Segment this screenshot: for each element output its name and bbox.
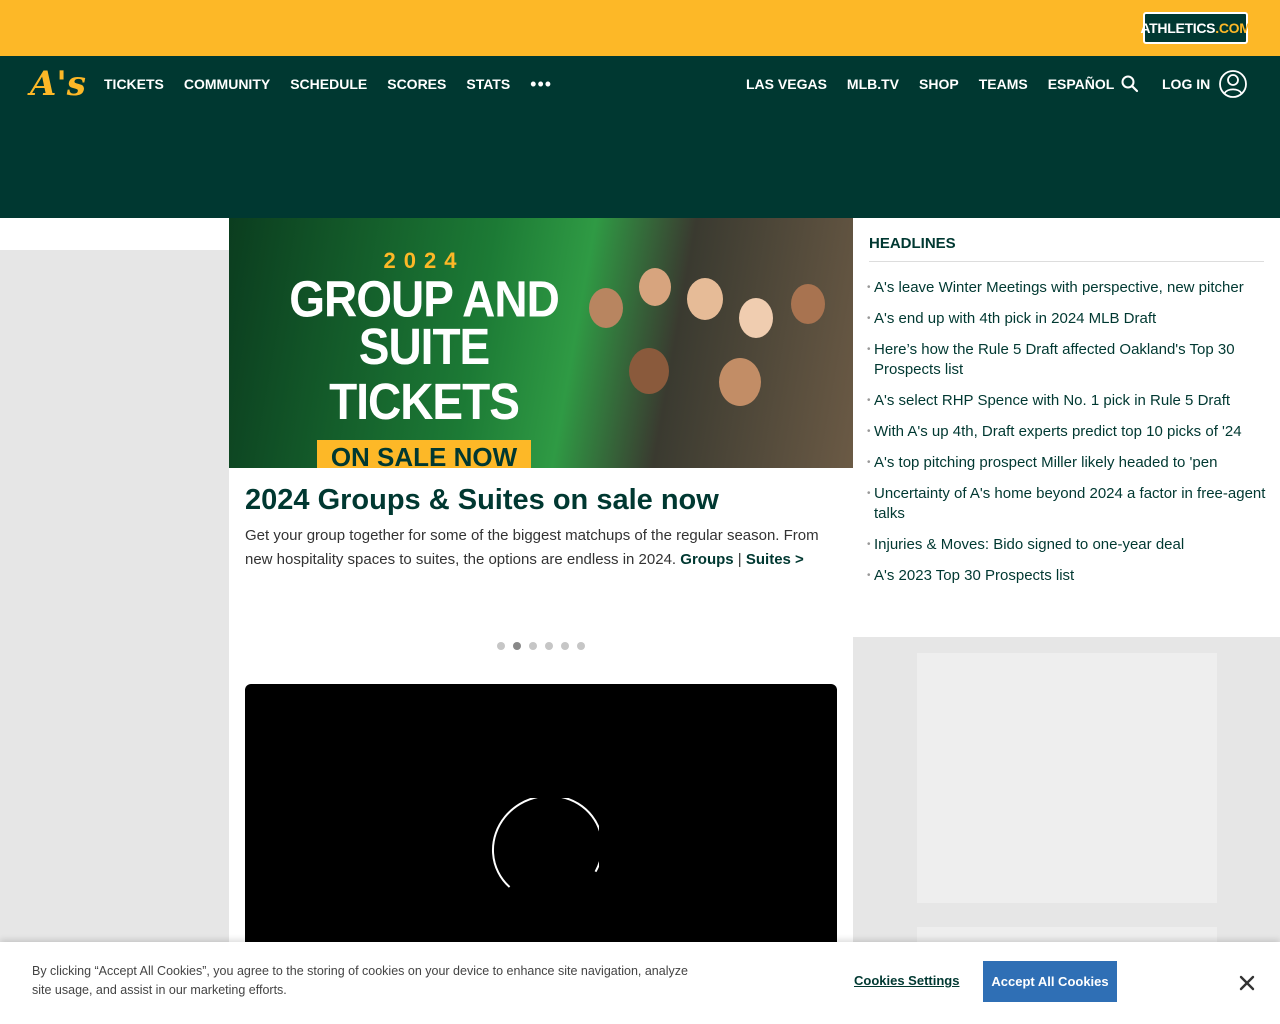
close-icon[interactable]	[1238, 974, 1256, 992]
headline-item[interactable]: • A's top pitching prospect Miller likely…	[867, 453, 1267, 473]
nav-item-stats[interactable]: STATS	[466, 76, 510, 92]
headline-text: With A's up 4th, Draft experts predict t…	[874, 423, 1242, 440]
loading-spinner-icon	[491, 798, 599, 888]
headline-text: Uncertainty of A's home beyond 2024 a fa…	[874, 485, 1266, 522]
headline-item[interactable]: • A's end up with 4th pick in 2024 MLB Dr…	[867, 309, 1267, 329]
nav-item-tickets[interactable]: TICKETS	[104, 76, 164, 92]
headlines-title: HEADLINES	[869, 235, 956, 252]
hero-image[interactable]: 2024 GROUP AND SUITE TICKETS ON SALE NOW	[229, 218, 853, 468]
cookie-text: By clicking “Accept All Cookies”, you ag…	[32, 964, 688, 997]
main-nav: A's TICKETS COMMUNITY SCHEDULE SCORES ST…	[0, 56, 1280, 112]
nav-item-schedule[interactable]: SCHEDULE	[290, 76, 367, 92]
hero-promo-text: 2024 GROUP AND SUITE TICKETS ON SALE NOW	[259, 248, 589, 468]
ad-slot-1	[917, 653, 1217, 903]
headline-item[interactable]: • With A's up 4th, Draft experts predict …	[867, 422, 1267, 442]
bullet-icon: •	[867, 488, 871, 499]
headline-item[interactable]: • A's leave Winter Meetings with perspect…	[867, 278, 1267, 298]
nav-item-shop[interactable]: SHOP	[919, 76, 959, 92]
headlines-list: • A's leave Winter Meetings with perspect…	[867, 278, 1267, 597]
headline-text: A's leave Winter Meetings with perspecti…	[874, 279, 1244, 296]
headline-text: Here’s how the Rule 5 Draft affected Oak…	[874, 341, 1235, 378]
carousel-dot[interactable]	[497, 642, 505, 650]
bullet-icon: •	[867, 457, 871, 468]
link-separator: |	[733, 551, 746, 568]
nav-right-group: LAS VEGAS MLB.TV SHOP TEAMS ESPAÑOL	[746, 56, 1134, 112]
search-icon[interactable]	[1120, 74, 1140, 94]
more-icon[interactable]: •••	[530, 75, 552, 93]
left-column-strip	[0, 218, 229, 250]
bullet-icon: •	[867, 313, 871, 324]
athletics-logo[interactable]: A's	[30, 62, 86, 106]
carousel-dot[interactable]	[545, 642, 553, 650]
badge-prefix: ATHLETICS	[1140, 20, 1216, 36]
headline-text: A's top pitching prospect Miller likely …	[874, 454, 1218, 471]
story-description: Get your group together for some of the …	[245, 524, 825, 572]
bullet-icon: •	[867, 395, 871, 406]
headline-text: A's end up with 4th pick in 2024 MLB Dra…	[874, 310, 1157, 327]
carousel-dot[interactable]	[561, 642, 569, 650]
bullet-icon: •	[867, 282, 871, 293]
bullet-icon: •	[867, 344, 871, 355]
bullet-icon: •	[867, 570, 871, 581]
login-label: LOG IN	[1162, 76, 1211, 92]
headline-text: Injuries & Moves: Bido signed to one-yea…	[874, 536, 1185, 553]
headline-text: A's 2023 Top 30 Prospects list	[874, 567, 1075, 584]
ad-banner-area	[0, 112, 1280, 218]
headlines-sidebar: HEADLINES • A's leave Winter Meetings wit…	[853, 218, 1280, 637]
nav-left-group: TICKETS COMMUNITY SCHEDULE SCORES STATS …	[104, 56, 552, 112]
headline-text: A's select RHP Spence with No. 1 pick in…	[874, 392, 1231, 409]
headline-item[interactable]: • Uncertainty of A's home beyond 2024 a f…	[867, 484, 1267, 524]
headline-item[interactable]: • A's select RHP Spence with No. 1 pick i…	[867, 391, 1267, 411]
headline-item[interactable]: • Injuries & Moves: Bido signed to one-ye…	[867, 535, 1267, 555]
carousel-dot-active[interactable]	[513, 642, 521, 650]
cookie-banner: By clicking “Accept All Cookies”, you ag…	[0, 942, 1280, 1024]
nav-item-espanol[interactable]: ESPAÑOL	[1048, 76, 1115, 92]
carousel-dot[interactable]	[577, 642, 585, 650]
user-icon	[1219, 70, 1248, 98]
athletics-com-badge[interactable]: ATHLETICS .COM	[1140, 12, 1251, 44]
headlines-divider	[869, 261, 1264, 262]
headline-item[interactable]: • A's 2023 Top 30 Prospects list	[867, 566, 1267, 586]
suites-link[interactable]: Suites >	[746, 551, 804, 568]
accept-all-cookies-button[interactable]: Accept All Cookies	[983, 961, 1117, 1002]
carousel-dot[interactable]	[529, 642, 537, 650]
nav-item-teams[interactable]: TEAMS	[979, 76, 1028, 92]
badge-suffix: .COM	[1215, 20, 1251, 36]
nav-item-scores[interactable]: SCORES	[387, 76, 446, 92]
nav-item-las-vegas[interactable]: LAS VEGAS	[746, 76, 827, 92]
bullet-icon: •	[867, 539, 871, 550]
nav-item-mlbtv[interactable]: MLB.TV	[847, 76, 899, 92]
headline-item[interactable]: • Here’s how the Rule 5 Draft affected Oa…	[867, 340, 1267, 380]
carousel-dots	[497, 642, 593, 650]
top-bar: ATHLETICS .COM	[0, 0, 1280, 56]
bullet-icon: •	[867, 426, 871, 437]
nav-item-community[interactable]: COMMUNITY	[184, 76, 270, 92]
hero-line-2: SUITE TICKETS	[329, 317, 520, 431]
cookie-settings-button[interactable]: Cookies Settings	[854, 973, 959, 988]
story-headline[interactable]: 2024 Groups & Suites on sale now	[245, 484, 719, 517]
crowd-photo	[569, 248, 853, 468]
main-content: 2024 GROUP AND SUITE TICKETS ON SALE NOW…	[229, 218, 853, 1024]
login-button[interactable]: LOG IN	[1162, 56, 1248, 112]
hero-sale-badge: ON SALE NOW	[316, 440, 532, 468]
groups-link[interactable]: Groups	[680, 551, 733, 568]
